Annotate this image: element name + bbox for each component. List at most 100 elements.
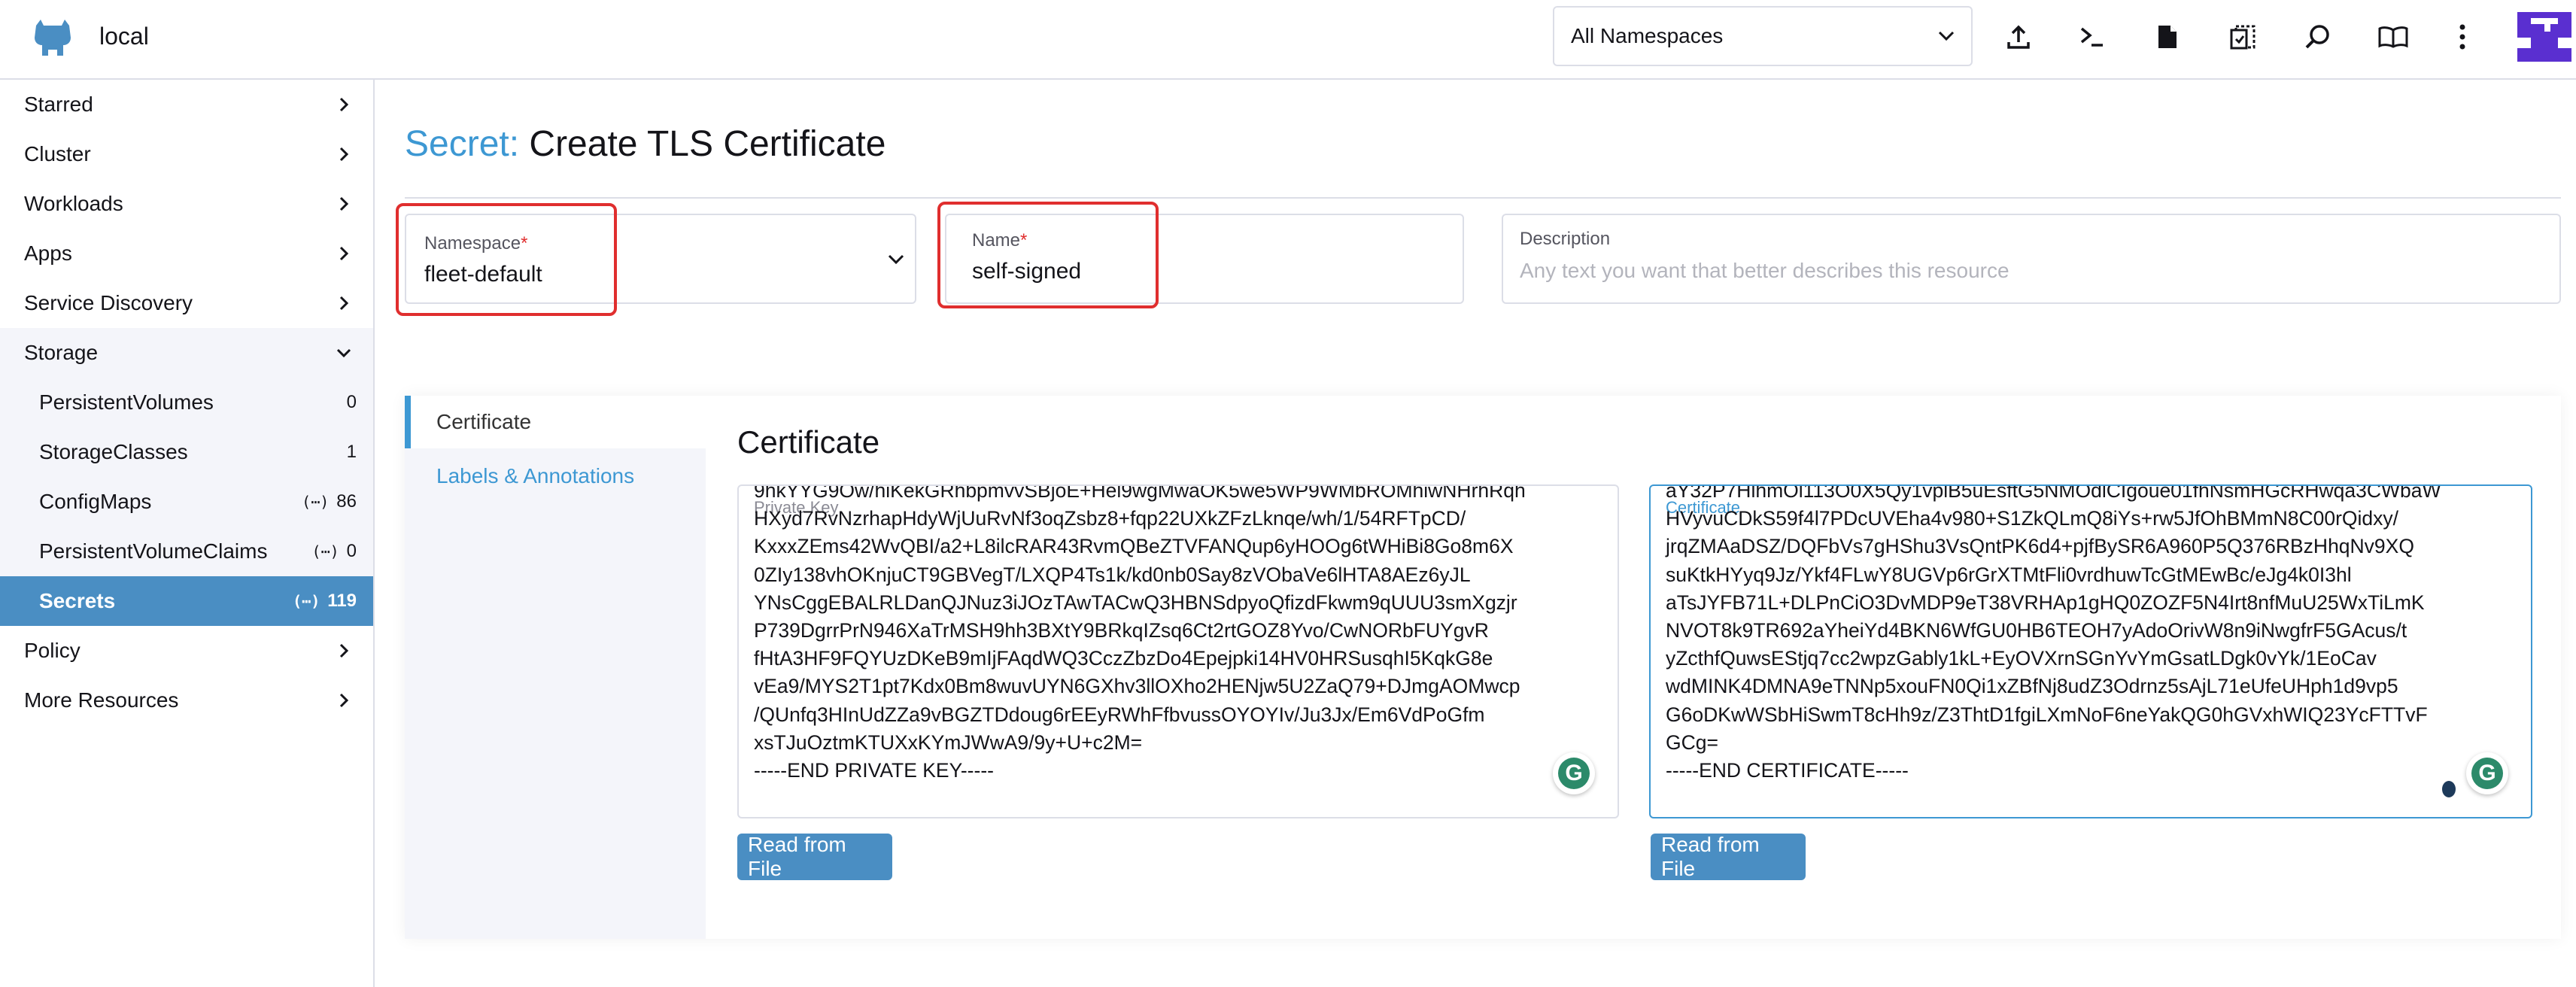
description-placeholder: Any text you want that better describes … (1520, 259, 2009, 282)
kubeconfig-file-icon[interactable] (2149, 18, 2186, 56)
import-yaml-icon[interactable] (2000, 18, 2037, 56)
sidebar-item-secrets[interactable]: Secrets (⋯) 119 (0, 576, 373, 626)
sidebar-item-cluster[interactable]: Cluster (0, 129, 373, 179)
page-title: Secret: Create TLS Certificate (405, 123, 886, 165)
sidebar-item-service-discovery[interactable]: Service Discovery (0, 278, 373, 328)
namespaced-icon: (⋯) (302, 493, 330, 511)
page-title-resource-link[interactable]: Secret: (405, 124, 519, 164)
copy-kubeconfig-icon[interactable] (2224, 18, 2262, 56)
text-line: G6oDKwWSbHiSwmT8cHh9z/Z3ThtD1fgiLXmNoF6n… (1666, 703, 2428, 726)
sidebar-item-policy[interactable]: Policy (0, 626, 373, 676)
text-line: suKtkHYyq9Jz/Ykf4FLwY8UGVp6rGrXTMtFli0vr… (1666, 563, 2352, 586)
text-line: jrqZMAaDSZ/DQFbVs7gHShu3VsQntPK6d4+pjfBy… (1666, 535, 2414, 558)
text-line: wdMINK4DMNA9eTNNp5xouFN0Qi1xZBfNj8udZ3Od… (1666, 675, 2398, 698)
sidebar-item-label: Workloads (24, 192, 123, 215)
chevron-down-icon (1938, 31, 1955, 41)
sidebar-item-label: PersistentVolumes (39, 390, 214, 414)
chevron-down-icon (888, 254, 904, 265)
grammarly-icon[interactable]: G (2466, 752, 2508, 794)
sidebar-item-apps[interactable]: Apps (0, 229, 373, 278)
description-input[interactable]: Description Any text you want that bette… (1502, 214, 2561, 304)
sidebar-item-label: Cluster (24, 142, 91, 166)
docs-icon[interactable] (2374, 18, 2412, 56)
text-line: P739DgrrPrN946XaTrMSH9hh3BXtY9BRkqIZsq6C… (754, 619, 1489, 642)
read-certificate-from-file-button[interactable]: Read from File (1651, 833, 1806, 880)
page-title-text: Create TLS Certificate (529, 124, 886, 164)
sidebar-item-label: Storage (24, 341, 99, 364)
grammarly-icon[interactable]: G (1553, 752, 1595, 794)
sidebar-nav: Starred Cluster Workloads Apps Service D… (0, 80, 375, 987)
read-private-key-from-file-button[interactable]: Read from File (737, 833, 892, 880)
private-key-textarea[interactable]: Private Key 9hkYYG9Ow/hiKekGRhbpmvvSBjoE… (737, 484, 1619, 818)
text-line: vEa9/MYS2T1pt7Kdx0Bm8wuvUYN6GXhv3llOXho2… (754, 675, 1520, 698)
sidebar-item-more-resources[interactable]: More Resources (0, 676, 373, 725)
text-line: HVyvuCDkS59f4l7PDcUVEha4v980+S1ZkQLmQ8iY… (1666, 507, 2398, 530)
sidebar-item-label: Policy (24, 639, 80, 662)
sidebar-item-label: StorageClasses (39, 440, 188, 463)
sidebar-item-label: ConfigMaps (39, 490, 152, 513)
text-line: 9hkYYG9Ow/hiKekGRhbpmvvSBjoE+Hel9wgMwaOK… (754, 484, 1526, 502)
text-line: aY32P7HlhmOl113O0X5Qy1vplB5uEsftG5NMOdlC… (1666, 484, 2441, 502)
namespace-highlight-box (396, 203, 617, 316)
text-line: fHtA3HF9FQYUzDKeB9mIjFAqdWQ3CczZbzDo4Epe… (754, 647, 1493, 670)
top-header: local All Namespaces (0, 0, 2576, 80)
private-key-content: 9hkYYG9Ow/hiKekGRhbpmvvSBjoE+Hel9wgMwaOK… (754, 484, 1566, 785)
text-line: -----END PRIVATE KEY----- (754, 759, 994, 782)
tab-list: Certificate Labels & Annotations (405, 396, 706, 939)
grammarly-status-dot-icon (2442, 781, 2456, 797)
cluster-name[interactable]: local (99, 23, 149, 50)
sidebar-item-label: Service Discovery (24, 291, 193, 314)
text-line: xsTJuOztmKTUXxKYmJWwA9/9y+U+c2M= (754, 730, 1143, 754)
text-line: yZcthfQuwsEStjq7cc2wpzGably1kL+EyOVXrnSG… (1666, 647, 2377, 670)
more-vertical-icon[interactable] (2444, 18, 2481, 56)
text-line: aTsJYFB71L+DLPnCiO3DvMDP9eT38VRHAp1gHQ0Z… (1666, 591, 2425, 614)
sidebar-item-label: Starred (24, 93, 93, 116)
item-count: 119 (327, 591, 357, 611)
certificate-content: aY32P7HlhmOl113O0X5Qy1vplB5uEsftG5NMOdlC… (1666, 484, 2478, 785)
rancher-logo-icon[interactable] (30, 20, 75, 57)
text-line: YNsCggEBALRLDanQJNuz3iJOzTAwTACwQ3HBNSdp… (754, 591, 1517, 614)
sidebar-item-persistent-volumes[interactable]: PersistentVolumes 0 (0, 378, 373, 427)
sidebar-item-label: Secrets (39, 589, 116, 612)
kubectl-shell-icon[interactable] (2073, 18, 2111, 56)
item-count: 0 (346, 541, 357, 561)
sidebar-item-config-maps[interactable]: ConfigMaps (⋯) 86 (0, 477, 373, 527)
sidebar-item-label: PersistentVolumeClaims (39, 539, 268, 563)
chevron-right-icon (339, 296, 349, 311)
chevron-right-icon (339, 693, 349, 708)
search-icon[interactable] (2299, 18, 2337, 56)
chevron-right-icon (339, 196, 349, 211)
sidebar-item-storage-classes[interactable]: StorageClasses 1 (0, 427, 373, 477)
name-highlight-box (937, 202, 1159, 308)
sidebar-item-storage[interactable]: Storage (0, 328, 373, 378)
chevron-down-icon (336, 348, 351, 358)
chevron-right-icon (339, 97, 349, 112)
chevron-right-icon (339, 643, 349, 658)
item-count: 1 (346, 442, 357, 462)
tab-labels-annotations[interactable]: Labels & Annotations (405, 450, 706, 503)
section-title: Certificate (737, 424, 880, 460)
namespace-filter-value: All Namespaces (1571, 24, 1724, 47)
text-line: 0ZIy138vhOKnjuCT9GBVegT/LXQP4Ts1k/kd0nb0… (754, 563, 1471, 586)
text-line: NVOT8k9TR692aYheiYd4BKN6WfGU0HB6TEOH7yAd… (1666, 619, 2407, 642)
text-line: HXyd7RvNzrhapHdyWjUuRvNf3oqZsbz8+fqp22UX… (754, 507, 1466, 530)
sidebar-item-label: More Resources (24, 688, 179, 712)
namespaced-icon: (⋯) (311, 542, 339, 560)
title-divider (405, 197, 2561, 199)
chevron-right-icon (339, 246, 349, 261)
chevron-right-icon (339, 147, 349, 162)
sidebar-item-label: Apps (24, 241, 72, 265)
namespace-filter-select[interactable]: All Namespaces (1553, 6, 1973, 66)
description-label: Description (1520, 229, 1611, 249)
sidebar-item-workloads[interactable]: Workloads (0, 179, 373, 229)
item-count: 86 (336, 491, 357, 512)
text-line: KxxxZEms42WvQBI/a2+L8ilcRAR43RvmQBeZTVFA… (754, 535, 1514, 558)
sidebar-item-starred[interactable]: Starred (0, 80, 373, 129)
text-line: /QUnfq3HInUdZZa9vBGZTDdoug6rEEyRWhFfbvus… (754, 703, 1485, 726)
sidebar-item-persistent-volume-claims[interactable]: PersistentVolumeClaims (⋯) 0 (0, 527, 373, 576)
text-line: GCg= (1666, 730, 1718, 754)
certificate-textarea[interactable]: Certificate aY32P7HlhmOl113O0X5Qy1vplB5u… (1649, 484, 2532, 818)
tab-certificate[interactable]: Certificate (405, 396, 706, 448)
text-line: -----END CERTIFICATE----- (1666, 759, 1909, 782)
user-avatar[interactable] (2517, 8, 2571, 65)
